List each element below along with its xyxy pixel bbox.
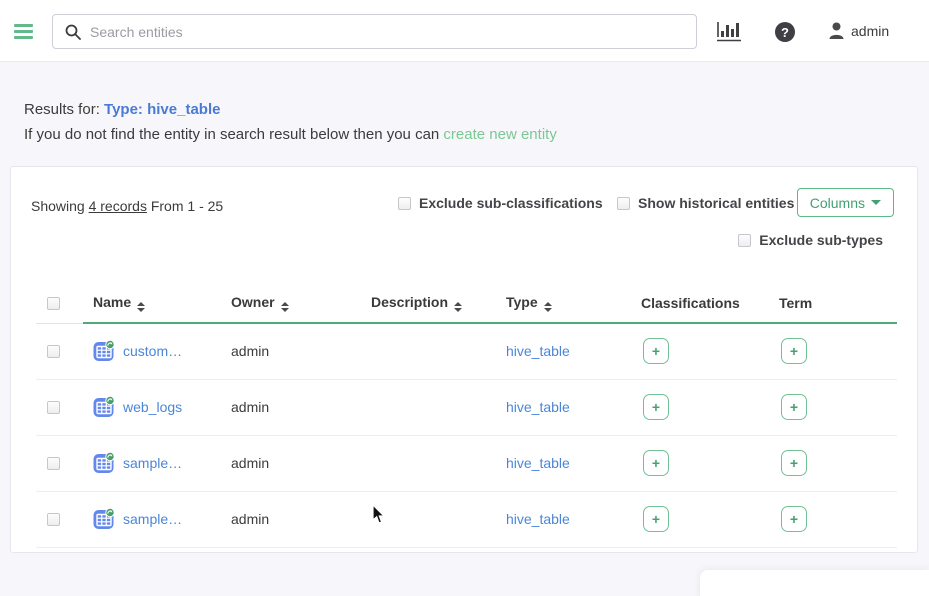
row-checkbox[interactable] (47, 401, 60, 414)
columns-button[interactable]: Columns (797, 188, 894, 217)
sort-icon (544, 302, 552, 312)
sort-icon (281, 302, 289, 312)
row-checkbox[interactable] (47, 457, 60, 470)
sort-icon (454, 302, 462, 312)
table-row: sample… admin hive_table + + (36, 491, 897, 547)
owner-cell: admin (231, 511, 269, 527)
entity-name-link[interactable]: sample… (123, 455, 182, 471)
table-row: web_logs admin hive_table + + (36, 379, 897, 435)
add-term-button[interactable]: + (781, 338, 807, 364)
row-checkbox[interactable] (47, 345, 60, 358)
table-row: custom… admin hive_table + + (36, 323, 897, 379)
active-filter-tag: Type: hive_table (104, 101, 220, 118)
checkbox-box[interactable] (398, 197, 411, 210)
user-icon (828, 22, 845, 40)
records-count: Showing 4 records From 1 - 25 (31, 198, 223, 214)
help-icon[interactable]: ? (775, 22, 795, 42)
checkbox-box[interactable] (617, 197, 630, 210)
show-historical-entities-checkbox[interactable]: Show historical entities (617, 195, 794, 211)
entity-type-link[interactable]: hive_table (506, 511, 570, 527)
columns-button-label: Columns (810, 195, 865, 211)
hive-table-icon (93, 508, 115, 530)
entity-type-link[interactable]: hive_table (506, 399, 570, 415)
column-header-classifications: Classifications (631, 284, 769, 323)
checkbox-label: Exclude sub-types (759, 232, 883, 248)
records-range-label: From 1 - 25 (147, 198, 223, 214)
create-entity-hint: If you do not find the entity in search … (24, 126, 443, 143)
records-count-link[interactable]: 4 records (89, 198, 147, 214)
add-term-button[interactable]: + (781, 394, 807, 420)
username-label: admin (851, 23, 889, 39)
search-box[interactable] (52, 14, 697, 49)
entity-name-link[interactable]: web_logs (123, 399, 182, 415)
bar-chart-icon[interactable] (716, 21, 742, 42)
search-icon (65, 24, 81, 40)
add-classification-button[interactable]: + (643, 450, 669, 476)
entity-type-link[interactable]: hive_table (506, 343, 570, 359)
owner-cell: admin (231, 343, 269, 359)
column-header-type[interactable]: Type (496, 284, 631, 323)
column-header-owner[interactable]: Owner (221, 284, 361, 323)
sort-icon (137, 302, 145, 312)
table-row: sample… admin hive_table + + (36, 435, 897, 491)
column-header-description[interactable]: Description (361, 284, 496, 323)
showing-label: Showing (31, 198, 89, 214)
entity-type-link[interactable]: hive_table (506, 455, 570, 471)
results-for-label: Results for: (24, 101, 104, 118)
search-input[interactable] (90, 24, 696, 40)
results-summary: Results for: Type: hive_table If you do … (24, 97, 557, 147)
results-card: Showing 4 records From 1 - 25 Exclude su… (10, 166, 918, 553)
chevron-down-icon (871, 200, 881, 205)
create-new-entity-link[interactable]: create new entity (443, 126, 556, 143)
owner-cell: admin (231, 455, 269, 471)
checkbox-label: Exclude sub-classifications (419, 195, 603, 211)
entity-table: Name Owner Description Type Classificati… (36, 284, 897, 548)
hive-table-icon (93, 452, 115, 474)
topbar: ? admin (0, 0, 929, 62)
exclude-subtypes-checkbox[interactable]: Exclude sub-types (738, 232, 883, 248)
table-header-row: Name Owner Description Type Classificati… (36, 284, 897, 323)
entity-name-link[interactable]: custom… (123, 343, 182, 359)
row-checkbox[interactable] (47, 513, 60, 526)
owner-cell: admin (231, 399, 269, 415)
checkbox-label: Show historical entities (638, 195, 794, 211)
add-classification-button[interactable]: + (643, 394, 669, 420)
exclude-subclassifications-checkbox[interactable]: Exclude sub-classifications (398, 195, 603, 211)
add-term-button[interactable]: + (781, 506, 807, 532)
column-header-name[interactable]: Name (83, 284, 221, 323)
select-all-checkbox[interactable] (47, 297, 60, 310)
checkbox-box[interactable] (738, 234, 751, 247)
hive-table-icon (93, 340, 115, 362)
add-classification-button[interactable]: + (643, 506, 669, 532)
menu-icon[interactable] (14, 24, 33, 39)
column-header-term: Term (769, 284, 897, 323)
add-classification-button[interactable]: + (643, 338, 669, 364)
add-term-button[interactable]: + (781, 450, 807, 476)
hive-table-icon (93, 396, 115, 418)
entity-name-link[interactable]: sample… (123, 511, 182, 527)
popup-stub (700, 570, 929, 596)
user-menu[interactable]: admin (828, 22, 889, 40)
